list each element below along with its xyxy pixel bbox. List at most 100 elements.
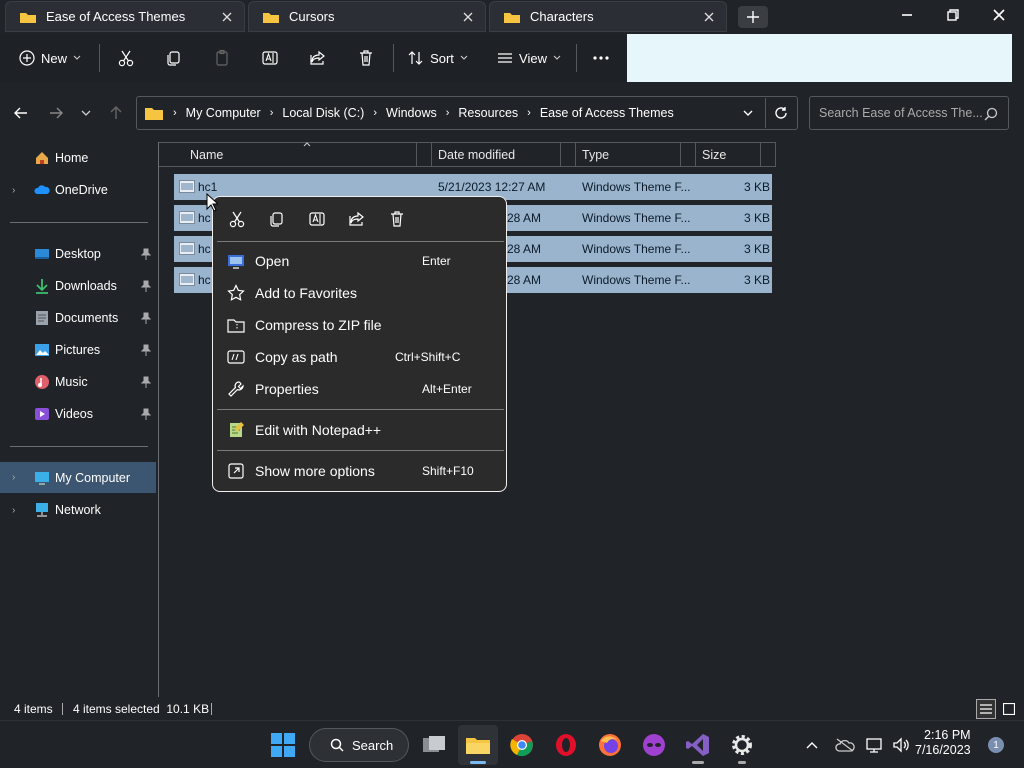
chevron-right-icon[interactable]: ›: [12, 472, 15, 483]
pin-icon[interactable]: [141, 344, 151, 356]
network-tray-icon[interactable]: [864, 733, 888, 757]
pin-icon[interactable]: [141, 376, 151, 388]
close-tab-icon[interactable]: [461, 10, 475, 24]
address-dropdown-button[interactable]: [737, 101, 759, 125]
menu-share-button[interactable]: [342, 204, 372, 234]
pin-icon[interactable]: [141, 408, 151, 420]
address-bar[interactable]: › My Computer › Local Disk (C:) › Window…: [136, 96, 798, 130]
start-button[interactable]: [263, 725, 303, 765]
taskbar-app-mask[interactable]: [634, 725, 674, 765]
taskbar-firefox[interactable]: [590, 725, 630, 765]
pin-icon[interactable]: [141, 248, 151, 260]
taskbar-search[interactable]: Search: [309, 728, 409, 762]
column-separator[interactable]: [560, 142, 561, 167]
view-button[interactable]: View: [490, 34, 568, 82]
close-window-button[interactable]: [976, 0, 1022, 30]
breadcrumb-item[interactable]: Windows: [386, 106, 437, 120]
onedrive-tray-icon[interactable]: [833, 733, 857, 757]
breadcrumb-item[interactable]: Ease of Access Themes: [540, 106, 674, 120]
details-view-button[interactable]: [976, 699, 996, 719]
pin-icon[interactable]: [141, 312, 151, 324]
refresh-button[interactable]: [770, 101, 792, 125]
taskbar: Search 2:16 PM 7/16/2023 1: [0, 720, 1024, 768]
menu-item-add-to-favorites[interactable]: Add to Favorites: [213, 277, 506, 309]
menu-cut-button[interactable]: [222, 204, 252, 234]
tab-ease-of-access-themes[interactable]: Ease of Access Themes: [5, 1, 245, 32]
column-separator[interactable]: [431, 142, 432, 167]
restore-button[interactable]: [930, 0, 976, 30]
column-separator[interactable]: [575, 142, 576, 167]
close-tab-icon[interactable]: [702, 10, 716, 24]
sort-button[interactable]: Sort: [402, 34, 474, 82]
column-separator[interactable]: [680, 142, 681, 167]
recent-locations-button[interactable]: [76, 100, 96, 126]
tab-characters[interactable]: Characters: [489, 1, 727, 32]
new-tab-button[interactable]: [738, 6, 768, 28]
column-header-type[interactable]: Type: [582, 142, 677, 167]
pin-icon[interactable]: [141, 280, 151, 292]
taskbar-opera[interactable]: [546, 725, 586, 765]
taskbar-visual-studio[interactable]: [678, 725, 718, 765]
paste-button[interactable]: [204, 34, 240, 82]
task-view-button[interactable]: [414, 725, 454, 765]
menu-item-copy-as-path[interactable]: Copy as path Ctrl+Shift+C: [213, 341, 506, 373]
delete-button[interactable]: [348, 34, 384, 82]
nav-item-my-computer[interactable]: › My Computer: [0, 462, 156, 493]
column-separator[interactable]: [416, 142, 417, 167]
menu-item-show-more-options[interactable]: Show more options Shift+F10: [213, 455, 506, 487]
refresh-icon: [774, 106, 788, 120]
nav-item-music[interactable]: Music: [0, 369, 156, 395]
nav-item-downloads[interactable]: Downloads: [0, 273, 156, 299]
taskbar-file-explorer[interactable]: [458, 725, 498, 765]
clock-time: 2:16 PM: [924, 728, 971, 742]
share-icon: [309, 49, 327, 67]
search-box[interactable]: Search Ease of Access The...: [809, 96, 1009, 130]
nav-item-documents[interactable]: Documents: [0, 305, 156, 331]
up-button[interactable]: [103, 100, 129, 126]
menu-delete-button[interactable]: [382, 204, 412, 234]
breadcrumb-item[interactable]: Resources: [458, 106, 518, 120]
nav-item-videos[interactable]: Videos: [0, 401, 156, 427]
chevron-right-icon[interactable]: ›: [12, 505, 15, 516]
clock[interactable]: 2:16 PM 7/16/2023: [915, 728, 971, 758]
breadcrumb-item[interactable]: My Computer: [186, 106, 261, 120]
nav-item-home[interactable]: Home: [0, 145, 156, 171]
view-icon: [497, 51, 513, 65]
column-header-size[interactable]: Size: [702, 142, 757, 167]
more-options-button[interactable]: [584, 34, 618, 82]
wrench-icon: [227, 380, 245, 398]
breadcrumb-item[interactable]: Local Disk (C:): [282, 106, 364, 120]
nav-item-desktop[interactable]: Desktop: [0, 241, 156, 267]
tiles-view-button[interactable]: [999, 699, 1019, 719]
menu-item-properties[interactable]: Properties Alt+Enter: [213, 373, 506, 405]
taskbar-settings[interactable]: [722, 725, 762, 765]
menu-item-compress-zip[interactable]: Compress to ZIP file: [213, 309, 506, 341]
taskbar-chrome[interactable]: [502, 725, 542, 765]
menu-item-edit-notepad[interactable]: Edit with Notepad++: [213, 414, 506, 446]
new-button[interactable]: New: [10, 34, 90, 82]
forward-button[interactable]: [43, 100, 69, 126]
copy-button[interactable]: [156, 34, 192, 82]
notification-badge[interactable]: 1: [988, 737, 1004, 753]
rename-button[interactable]: [252, 34, 288, 82]
close-tab-icon[interactable]: [220, 10, 234, 24]
share-button[interactable]: [300, 34, 336, 82]
minimize-button[interactable]: [884, 0, 930, 30]
menu-item-open[interactable]: Open Enter: [213, 245, 506, 277]
column-separator[interactable]: [695, 142, 696, 167]
show-hidden-icons-button[interactable]: [802, 733, 822, 757]
tab-cursors[interactable]: Cursors: [248, 1, 486, 32]
cut-button[interactable]: [108, 34, 144, 82]
nav-item-onedrive[interactable]: › OneDrive: [0, 177, 156, 203]
nav-item-pictures[interactable]: Pictures: [0, 337, 156, 363]
column-separator[interactable]: [760, 142, 761, 167]
nav-item-network[interactable]: › Network: [0, 497, 156, 523]
column-header-date[interactable]: Date modified: [438, 142, 558, 167]
back-button[interactable]: [8, 100, 34, 126]
menu-rename-button[interactable]: [302, 204, 332, 234]
opera-icon: [554, 733, 578, 757]
volume-icon[interactable]: [890, 733, 914, 757]
chevron-right-icon[interactable]: ›: [12, 185, 15, 196]
menu-copy-button[interactable]: [262, 204, 292, 234]
column-header-name[interactable]: Name: [190, 142, 415, 167]
